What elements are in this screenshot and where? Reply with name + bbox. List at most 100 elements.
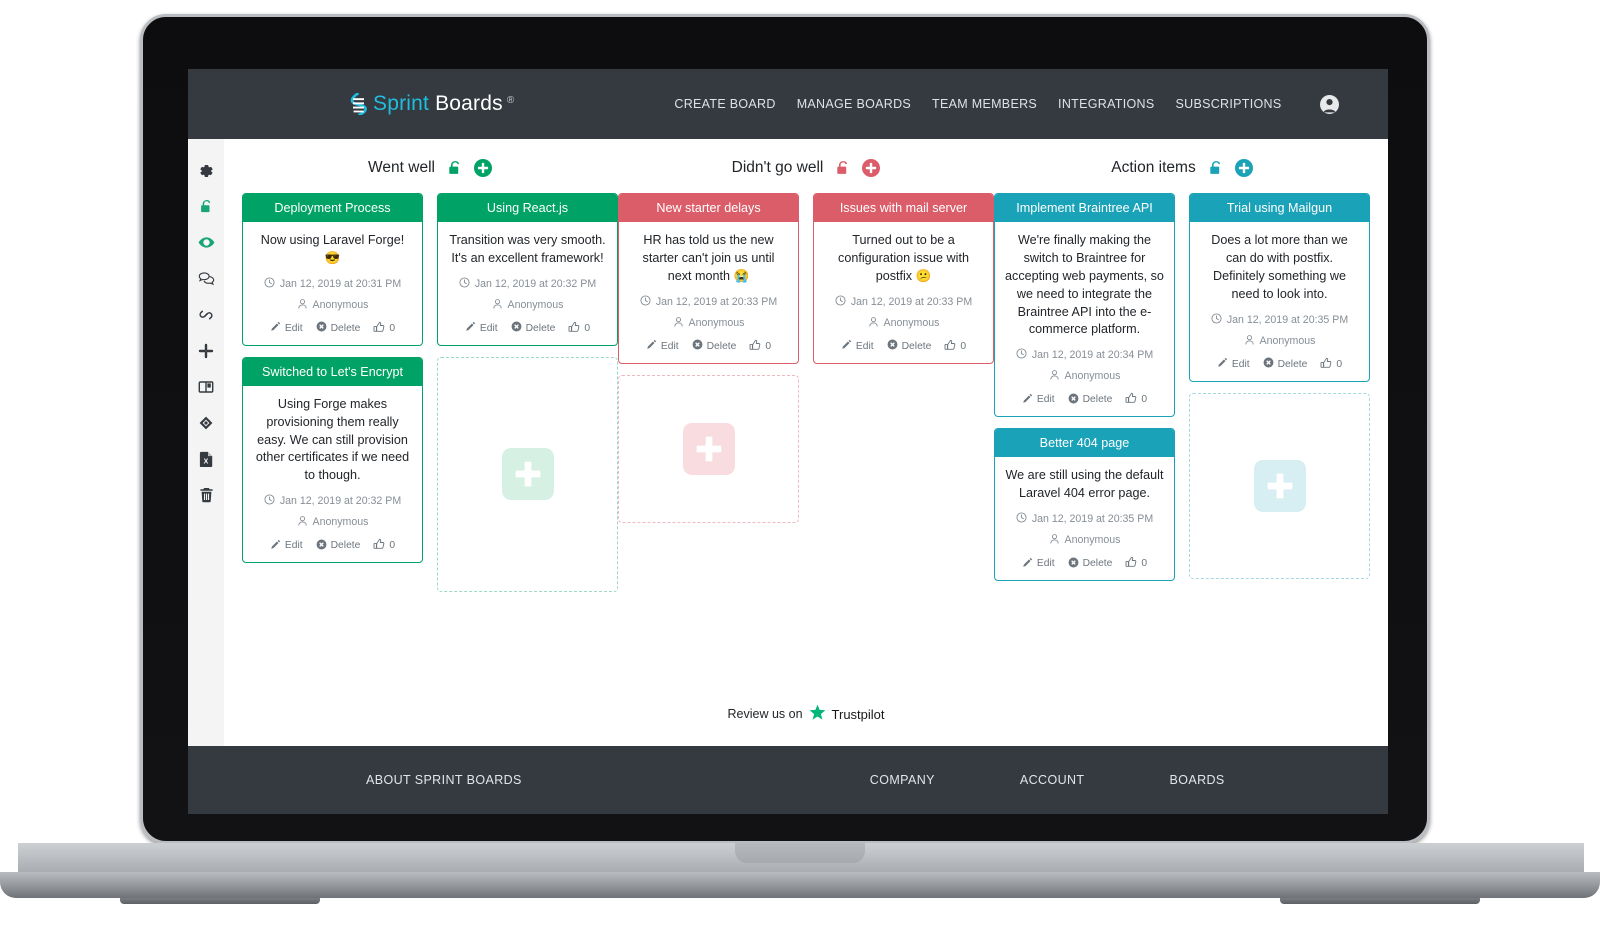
card-author: Anonymous xyxy=(448,298,607,312)
add-card-placeholder[interactable] xyxy=(618,374,799,523)
card-delete-button[interactable]: Delete xyxy=(1068,393,1113,407)
card-text: Now using Laravel Forge! 😎 xyxy=(260,233,405,265)
thumbs-up-icon xyxy=(1125,392,1137,407)
card-timestamp-text: Jan 12, 2019 at 20:33 PM xyxy=(655,295,778,308)
card-like-button[interactable]: 0 xyxy=(1125,392,1147,407)
delete-icon xyxy=(316,321,327,335)
add-card-placeholder[interactable] xyxy=(1189,392,1370,579)
footer-account[interactable]: ACCOUNT xyxy=(1020,773,1085,787)
delete-icon xyxy=(511,321,522,335)
card-edit-button[interactable]: Edit xyxy=(1022,557,1055,571)
retro-board: Went well Deployment Process Now using Lar… xyxy=(224,139,1388,746)
clock-icon xyxy=(640,295,651,309)
eye-icon[interactable] xyxy=(198,234,215,251)
card-timestamp: Jan 12, 2019 at 20:32 PM xyxy=(448,277,607,291)
book-icon[interactable] xyxy=(198,378,215,395)
card-timestamp: Jan 12, 2019 at 20:31 PM xyxy=(253,277,412,291)
thumbs-up-icon xyxy=(944,339,956,354)
card-edit-button[interactable]: Edit xyxy=(270,321,303,335)
card-edit-button[interactable]: Edit xyxy=(841,339,874,353)
slack-icon[interactable] xyxy=(198,342,215,359)
left-sidebar: X xyxy=(188,139,224,746)
nav-create-board[interactable]: CREATE BOARD xyxy=(674,97,775,111)
star-icon xyxy=(809,704,826,724)
thumbs-up-icon xyxy=(1125,556,1137,571)
clock-icon xyxy=(264,277,275,291)
card-delete-button[interactable]: Delete xyxy=(1068,557,1112,571)
gear-icon[interactable] xyxy=(198,162,215,179)
card-like-button[interactable]: 0 xyxy=(373,538,395,553)
card-author: Anonymous xyxy=(1200,334,1359,348)
card-edit-button[interactable]: Edit xyxy=(270,539,303,553)
user-icon xyxy=(1244,334,1255,348)
nav-subscriptions[interactable]: SUBSCRIPTIONS xyxy=(1175,97,1281,111)
card-edit-button-label: Edit xyxy=(1036,394,1055,406)
footer-boards[interactable]: BOARDS xyxy=(1169,773,1224,787)
nav-manage-boards[interactable]: MANAGE BOARDS xyxy=(797,97,911,111)
user-icon xyxy=(1049,369,1060,383)
retro-card[interactable]: Switched to Let's Encrypt Using Forge mak… xyxy=(242,356,423,564)
card-author: Anonymous xyxy=(1005,369,1164,383)
pencil-icon xyxy=(1217,357,1228,371)
card-delete-button[interactable]: Delete xyxy=(511,321,555,335)
column-unlock-icon[interactable] xyxy=(834,160,851,177)
file-excel-icon[interactable]: X xyxy=(198,450,215,467)
brand-logo[interactable]: Sprint Boards ® xyxy=(350,91,514,117)
column-add-card-button[interactable] xyxy=(473,159,492,177)
column-add-card-button[interactable] xyxy=(862,159,881,177)
link-icon[interactable] xyxy=(198,306,215,323)
card-delete-button[interactable]: Delete xyxy=(316,321,360,335)
card-timestamp-text: Jan 12, 2019 at 20:33 PM xyxy=(850,295,973,308)
retro-card[interactable]: Deployment Process Now using Laravel Forg… xyxy=(242,193,423,346)
trash-icon[interactable] xyxy=(198,486,215,503)
card-actions: Edit Delete 0 xyxy=(629,337,788,354)
card-edit-button[interactable]: Edit xyxy=(1217,357,1250,371)
card-title: Using React.js xyxy=(438,194,617,222)
card-like-button[interactable]: 0 xyxy=(749,339,771,354)
card-author-text: Anonymous xyxy=(688,316,745,329)
card-author-text: Anonymous xyxy=(507,298,564,311)
card-delete-button[interactable]: Delete xyxy=(316,539,361,553)
retro-card[interactable]: Implement Braintree API We're finally mak… xyxy=(994,193,1175,418)
retro-card[interactable]: Better 404 page We are still using the de… xyxy=(994,428,1175,581)
card-edit-button-label: Edit xyxy=(1036,558,1055,569)
card-delete-button[interactable]: Delete xyxy=(1263,357,1307,371)
card-body: We're finally making the switch to Brain… xyxy=(995,222,1174,416)
retro-card[interactable]: Using React.js Transition was very smooth… xyxy=(437,193,618,346)
card-delete-button[interactable]: Delete xyxy=(887,339,931,353)
card-edit-button[interactable]: Edit xyxy=(465,321,498,335)
card-delete-button[interactable]: Delete xyxy=(692,339,736,353)
nav-team-members[interactable]: TEAM MEMBERS xyxy=(932,97,1037,111)
card-like-button[interactable]: 0 xyxy=(1125,556,1147,571)
card-title: Switched to Let's Encrypt xyxy=(243,357,422,386)
card-edit-button[interactable]: Edit xyxy=(646,339,679,353)
retro-card[interactable]: New starter delays HR has told us the new… xyxy=(618,193,799,364)
column-unlock-icon[interactable] xyxy=(1207,160,1224,177)
card-like-button[interactable]: 0 xyxy=(568,321,590,336)
card-delete-button-label: Delete xyxy=(1082,394,1113,406)
card-stack: New starter delays HR has told us the new… xyxy=(618,193,799,523)
card-edit-button[interactable]: Edit xyxy=(1022,393,1055,407)
card-stack: Issues with mail server Turned out to be … xyxy=(813,193,994,523)
footer-about-sprint-boards[interactable]: ABOUT SPRINT BOARDS xyxy=(366,773,522,787)
card-like-button[interactable]: 0 xyxy=(373,321,395,336)
footer-company[interactable]: COMPANY xyxy=(870,773,935,787)
nav-integrations[interactable]: INTEGRATIONS xyxy=(1058,97,1154,111)
column-unlock-icon[interactable] xyxy=(446,160,463,177)
user-circle-icon[interactable] xyxy=(1320,94,1340,114)
card-delete-button-label: Delete xyxy=(330,540,361,552)
add-card-placeholder[interactable] xyxy=(437,356,618,592)
retro-card[interactable]: Trial using Mailgun Does a lot more than … xyxy=(1189,193,1370,382)
column-add-card-button[interactable] xyxy=(1234,159,1253,177)
card-body: Using Forge makes provisioning them real… xyxy=(243,386,422,562)
sketch-icon[interactable] xyxy=(198,414,215,431)
unlock-icon[interactable] xyxy=(198,198,215,215)
clock-icon xyxy=(1211,312,1222,327)
retro-card[interactable]: Issues with mail server Turned out to be … xyxy=(813,193,994,364)
card-like-button[interactable]: 0 xyxy=(944,339,966,354)
trustpilot-review-link[interactable]: Review us on Trustpilot xyxy=(242,704,1370,746)
comments-icon[interactable] xyxy=(198,270,215,287)
card-like-button[interactable]: 0 xyxy=(1320,357,1342,372)
laptop-screen: Sprint Boards ® CREATE BOARD MANAGE BOAR… xyxy=(188,69,1388,814)
user-icon xyxy=(492,298,503,312)
